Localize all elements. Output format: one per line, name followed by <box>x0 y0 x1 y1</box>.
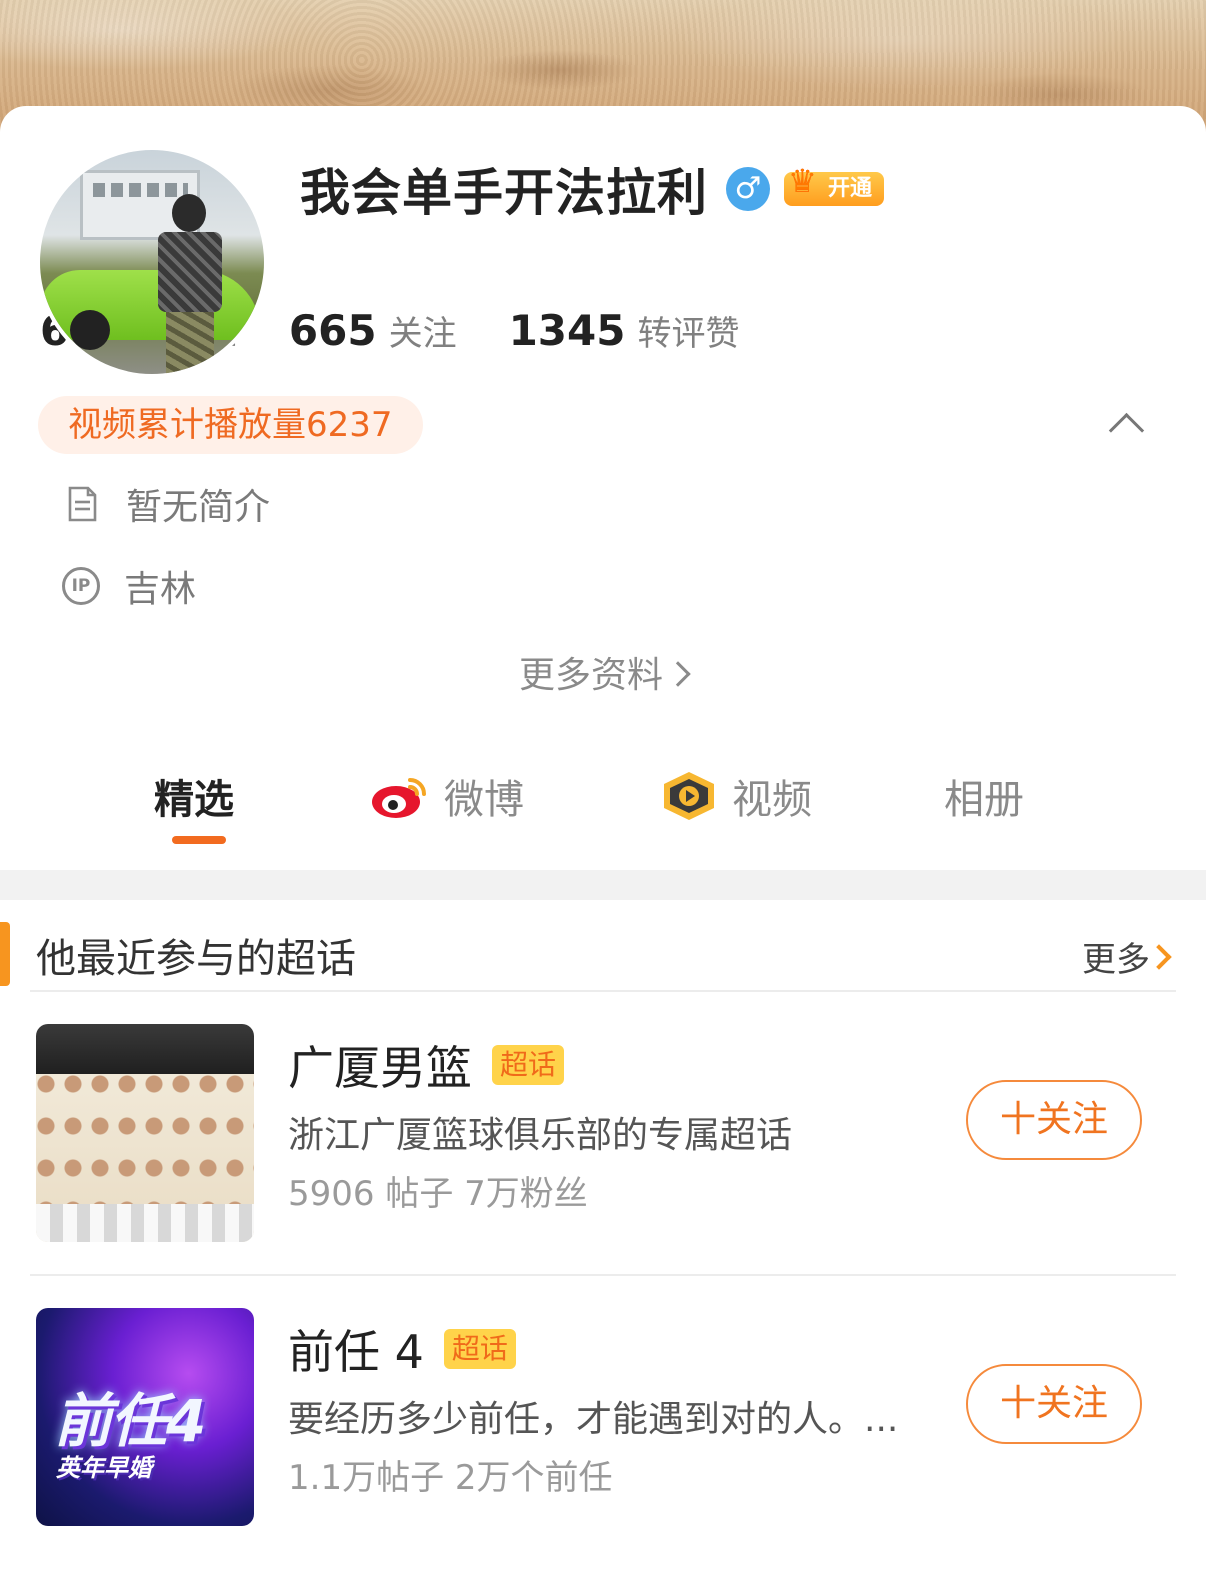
tab-featured[interactable]: 精选 <box>154 756 234 836</box>
follow-button[interactable]: 十关注 <box>966 1080 1142 1160</box>
topic-thumbnail <box>36 1024 254 1242</box>
profile-card: 我会单手开法拉利 ♂ ♛ 开通 6198 粉丝 665 关注 1345 转评赞 … <box>0 106 1206 870</box>
document-icon <box>68 486 97 522</box>
topic-meta: 5906 帖子 7万粉丝 <box>288 1174 588 1214</box>
section-accent-bar <box>0 922 10 986</box>
location-text: 吉林 <box>124 569 197 610</box>
supertopics-section: 他最近参与的超话 更多 广厦男篮 超话 浙江广厦篮球俱乐部的专属超话 5906 … <box>0 900 1206 1596</box>
name-row: 我会单手开法拉利 ♂ ♛ 开通 <box>300 156 885 222</box>
tab-weibo[interactable]: 微博 <box>370 756 524 836</box>
chevron-up-icon[interactable] <box>1108 406 1148 446</box>
chevron-right-icon <box>665 661 691 687</box>
thumbnail-subtitle: 英年早婚 <box>56 1454 152 1482</box>
male-icon: ♂ <box>726 167 770 211</box>
topic-meta: 1.1万帖子 2万个前任 <box>288 1458 613 1498</box>
supertopic-tag: 超话 <box>492 1045 565 1085</box>
vip-label: 开通 <box>828 176 873 201</box>
list-item[interactable]: 广厦男篮 超话 浙江广厦篮球俱乐部的专属超话 5906 帖子 7万粉丝 十关注 <box>0 992 1206 1242</box>
ip-icon: IP <box>62 567 100 605</box>
profile-name: 我会单手开法拉利 <box>300 164 708 222</box>
bio-text: 暂无简介 <box>126 487 271 528</box>
tab-album[interactable]: 相册 <box>944 756 1024 836</box>
topic-thumbnail: 前任4 英年早婚 <box>36 1308 254 1526</box>
vip-open-button[interactable]: ♛ 开通 <box>784 164 885 206</box>
topic-description: 浙江广厦篮球俱乐部的专属超话 <box>288 1115 793 1156</box>
weibo-icon <box>372 778 426 818</box>
topic-title: 广厦男篮 <box>288 1041 472 1095</box>
chevron-right-icon <box>1146 944 1172 970</box>
crown-icon: ♛ <box>788 162 817 200</box>
location-row: IP 吉林 <box>62 560 196 612</box>
tab-underline <box>172 836 226 844</box>
section-more-link[interactable]: 更多 <box>1082 932 1150 981</box>
topic-description: 要经历多少前任，才能遇到对的人。... <box>288 1399 899 1440</box>
avatar[interactable] <box>36 146 268 378</box>
thumbnail-logo-text: 前任4 <box>54 1387 206 1455</box>
stat-following[interactable]: 665 关注 <box>289 306 457 355</box>
stat-interactions[interactable]: 1345 转评赞 <box>509 306 740 355</box>
list-item[interactable]: 前任4 英年早婚 前任 4 超话 要经历多少前任，才能遇到对的人。... 1.1… <box>0 1276 1206 1526</box>
more-info-link[interactable]: 更多资料 <box>0 646 1206 698</box>
tab-video[interactable]: 视频 <box>658 756 812 836</box>
tab-bar: 精选 微博 视频 相册 <box>0 756 1206 856</box>
follow-button[interactable]: 十关注 <box>966 1364 1142 1444</box>
video-play-count-badge: 视频累计播放量6237 <box>38 396 423 454</box>
supertopic-tag: 超话 <box>443 1329 516 1369</box>
section-title: 他最近参与的超话 <box>36 936 356 982</box>
bio-row: 暂无简介 <box>62 478 270 530</box>
video-play-icon <box>664 772 714 820</box>
topic-title: 前任 4 <box>288 1325 424 1379</box>
